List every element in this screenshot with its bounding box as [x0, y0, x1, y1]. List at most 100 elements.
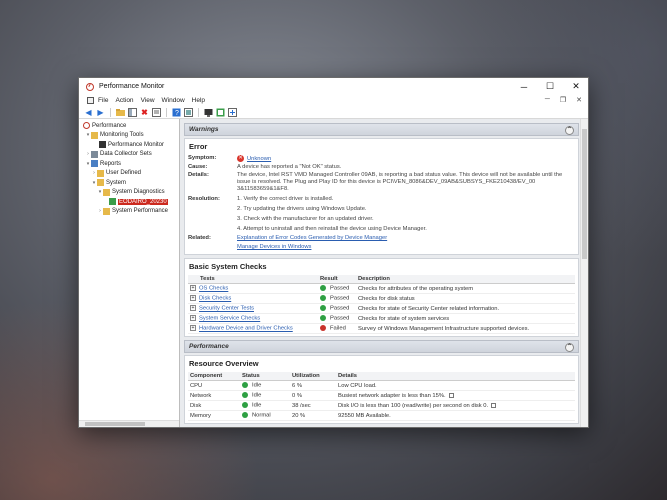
edit-icon[interactable]: [491, 402, 497, 408]
collapse-section-icon[interactable]: ⌃: [565, 125, 574, 135]
performance-icon: [83, 122, 90, 130]
warnings-section-header[interactable]: Warnings ⌃: [184, 123, 579, 136]
tree-label: Performance: [92, 122, 127, 129]
menu-window[interactable]: Window: [162, 97, 185, 104]
expand-plus-icon[interactable]: +: [190, 285, 196, 292]
tree-label: Reports: [100, 160, 122, 167]
close-button[interactable]: ✕: [564, 78, 588, 95]
console-tree-icon[interactable]: [128, 107, 137, 117]
folder-icon: [97, 179, 104, 187]
resolution-row: Resolution: 1. Verify the correct driver…: [188, 196, 575, 233]
tree-node-performance[interactable]: Performance: [79, 121, 179, 131]
forward-arrow-icon[interactable]: ▶: [96, 108, 105, 117]
resource-component-cell: Network: [188, 390, 240, 402]
menu-file[interactable]: File: [98, 97, 108, 104]
resource-status-text: Idle: [252, 402, 262, 409]
tree-label: System Diagnostics: [112, 189, 165, 196]
column-header: Utilization: [290, 372, 336, 382]
tree-horizontal-scrollbar[interactable]: [79, 420, 179, 427]
related-link[interactable]: Explanation of Error Codes Generated by …: [237, 235, 387, 241]
check-description-cell: Checks for state of Security Center rela…: [356, 303, 575, 315]
tree-label: Performance Monitor: [108, 141, 165, 148]
status-ok-icon: [242, 392, 248, 399]
symptom-row: Symptom: ✕ Unknown: [188, 155, 575, 163]
check-result-cell: Passed: [318, 283, 356, 295]
tree-node-system-performance[interactable]: › System Performance: [79, 207, 179, 217]
monitor-icon[interactable]: [204, 108, 213, 117]
tree-node-monitoring-tools[interactable]: ▾ Monitoring Tools: [79, 131, 179, 141]
report-vertical-scrollbar[interactable]: [580, 119, 588, 427]
mdi-restore-button[interactable]: ❐: [560, 96, 566, 104]
performance-monitor-window: Performance Monitor ─ ☐ ✕ File Action Vi…: [78, 77, 589, 428]
resource-details-text: 92550 MB Available.: [338, 412, 391, 419]
toolbar: ◀ ▶ ✖ ?: [79, 106, 588, 119]
related-link[interactable]: Manage Devices in Windows: [237, 244, 311, 250]
back-arrow-icon[interactable]: ◀: [84, 108, 93, 117]
tree-node-performance-monitor[interactable]: Performance Monitor: [79, 140, 179, 150]
check-description-cell: Checks for state of system services: [356, 313, 575, 325]
tree-node-report-item[interactable]: EODAIRO_20230: [79, 197, 179, 207]
check-row[interactable]: + OS Checks Passed Checks for attributes of…: [188, 283, 575, 295]
delete-icon[interactable]: ✖: [140, 108, 149, 117]
check-row[interactable]: + Hardware Device and Driver Checks Failed…: [188, 323, 575, 335]
check-result-text: Passed: [330, 305, 350, 312]
check-test-link[interactable]: Security Center Tests: [199, 306, 254, 312]
reports-icon: [91, 160, 98, 168]
expand-plus-icon[interactable]: +: [190, 325, 196, 332]
folder-icon[interactable]: [116, 108, 125, 117]
minimize-button[interactable]: ─: [512, 78, 536, 95]
expand-plus-icon[interactable]: +: [190, 295, 196, 302]
check-result-text: Passed: [330, 295, 350, 302]
expand-plus-icon[interactable]: +: [190, 305, 196, 312]
check-row[interactable]: + Security Center Tests Passed Checks for s…: [188, 303, 575, 315]
check-test-cell: + System Service Checks: [188, 313, 318, 325]
report-content: Warnings ⌃ Error Symptom: ✕ Unknown Cause…: [184, 123, 579, 427]
passed-status-icon: [320, 295, 326, 302]
symptom-label: Symptom:: [188, 155, 217, 161]
menu-action[interactable]: Action: [115, 97, 133, 104]
menu-view[interactable]: View: [141, 97, 155, 104]
check-test-link[interactable]: Hardware Device and Driver Checks: [199, 326, 293, 332]
collapse-section-icon[interactable]: ⌃: [565, 342, 574, 352]
tree-label: System Performance: [112, 208, 169, 215]
view-icon[interactable]: [184, 107, 193, 117]
column-header: Description: [356, 275, 575, 285]
cause-value: A device has reported a "Not OK" status.: [237, 164, 342, 171]
tree-node-system[interactable]: ▾ System: [79, 178, 179, 188]
check-row[interactable]: + System Service Checks Passed Checks for s…: [188, 313, 575, 325]
check-row[interactable]: + Disk Checks Passed Checks for disk status: [188, 293, 575, 305]
scrollbar-thumb[interactable]: [85, 422, 145, 426]
tree-node-user-defined[interactable]: › User Defined: [79, 169, 179, 179]
properties-icon[interactable]: [152, 107, 161, 117]
help-icon[interactable]: ?: [172, 108, 181, 117]
menu-help[interactable]: Help: [192, 97, 205, 104]
check-test-link[interactable]: OS Checks: [199, 286, 228, 292]
report-icon[interactable]: [216, 108, 225, 117]
expand-plus-icon[interactable]: +: [190, 315, 196, 322]
resource-details-cell: 92550 MB Available.: [336, 410, 575, 422]
maximize-button[interactable]: ☐: [538, 78, 562, 95]
symptom-link[interactable]: Unknown: [247, 156, 271, 162]
scrollbar-thumb[interactable]: [582, 129, 587, 259]
new-icon[interactable]: [228, 107, 237, 117]
tree-label: Data Collector Sets: [100, 151, 152, 158]
mdi-close-button[interactable]: ✕: [576, 96, 582, 104]
resource-status-cell: Idle: [240, 380, 290, 392]
check-test-cell: + Security Center Tests: [188, 303, 318, 315]
status-ok-icon: [242, 402, 248, 409]
mdi-controls: ─ ❐ ✕: [545, 96, 582, 104]
mdi-minimize-button[interactable]: ─: [545, 96, 550, 104]
tree-label: EODAIRO_20230: [118, 198, 168, 205]
resource-status-cell: Idle: [240, 390, 290, 402]
toolbar-separator: [198, 107, 199, 117]
check-test-link[interactable]: System Service Checks: [199, 316, 260, 322]
error-panel: Error Symptom: ✕ Unknown Cause: A device …: [184, 138, 579, 256]
document-icon[interactable]: [87, 97, 94, 104]
edit-icon[interactable]: [448, 392, 454, 398]
performance-section-header[interactable]: Performance ⌃: [184, 340, 579, 354]
tree-node-reports[interactable]: ▾ Reports: [79, 159, 179, 169]
tree-node-system-diagnostics[interactable]: ▾ System Diagnostics: [79, 188, 179, 198]
check-test-link[interactable]: Disk Checks: [199, 296, 231, 302]
resource-details-cell: Disk I/O is less than 100 (read/write) p…: [336, 400, 575, 412]
tree-node-data-collector-sets[interactable]: › Data Collector Sets: [79, 150, 179, 160]
